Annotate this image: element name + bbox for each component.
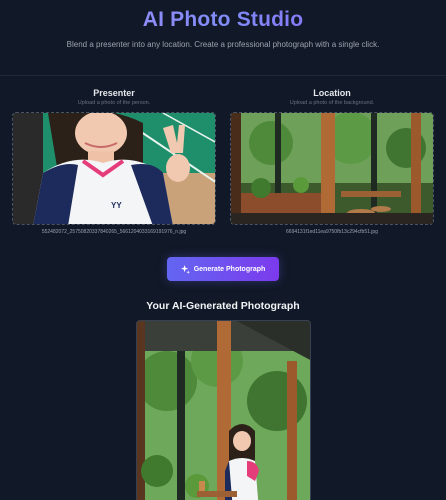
generated-photo: [137, 321, 310, 500]
presenter-filename: 552482072_25750820337840265_566120403316…: [41, 229, 187, 235]
location-title: Location: [313, 88, 351, 98]
location-panel: Location Upload a photo of the backgroun…: [230, 88, 434, 235]
app-title: AI Photo Studio: [0, 8, 446, 32]
generate-button-label: Generate Photograph: [193, 265, 266, 273]
presenter-panel: Presenter Upload a photo of the person. …: [12, 88, 216, 235]
location-filename: 6694131f1ed11ea9750fb13c294cfb51.jpg: [286, 229, 378, 235]
presenter-title: Presenter: [93, 88, 135, 98]
header: AI Photo Studio Blend a presenter into a…: [0, 0, 446, 76]
generated-photo-frame: [136, 320, 311, 500]
upload-section: Presenter Upload a photo of the person. …: [12, 88, 434, 235]
result-title: Your AI-Generated Photograph: [146, 300, 300, 312]
presenter-upload-dropzone[interactable]: YY: [12, 112, 216, 225]
presenter-hint: Upload a photo of the person.: [77, 100, 151, 106]
app-subtitle: Blend a presenter into any location. Cre…: [66, 40, 380, 49]
location-hint: Upload a photo of the background.: [289, 100, 375, 106]
location-upload-dropzone[interactable]: [230, 112, 434, 225]
sparkles-icon: [180, 264, 190, 274]
location-photo: [231, 113, 433, 224]
generate-photograph-button[interactable]: Generate Photograph: [167, 257, 279, 281]
presenter-photo: YY: [13, 113, 215, 224]
svg-text:YY: YY: [111, 201, 122, 210]
